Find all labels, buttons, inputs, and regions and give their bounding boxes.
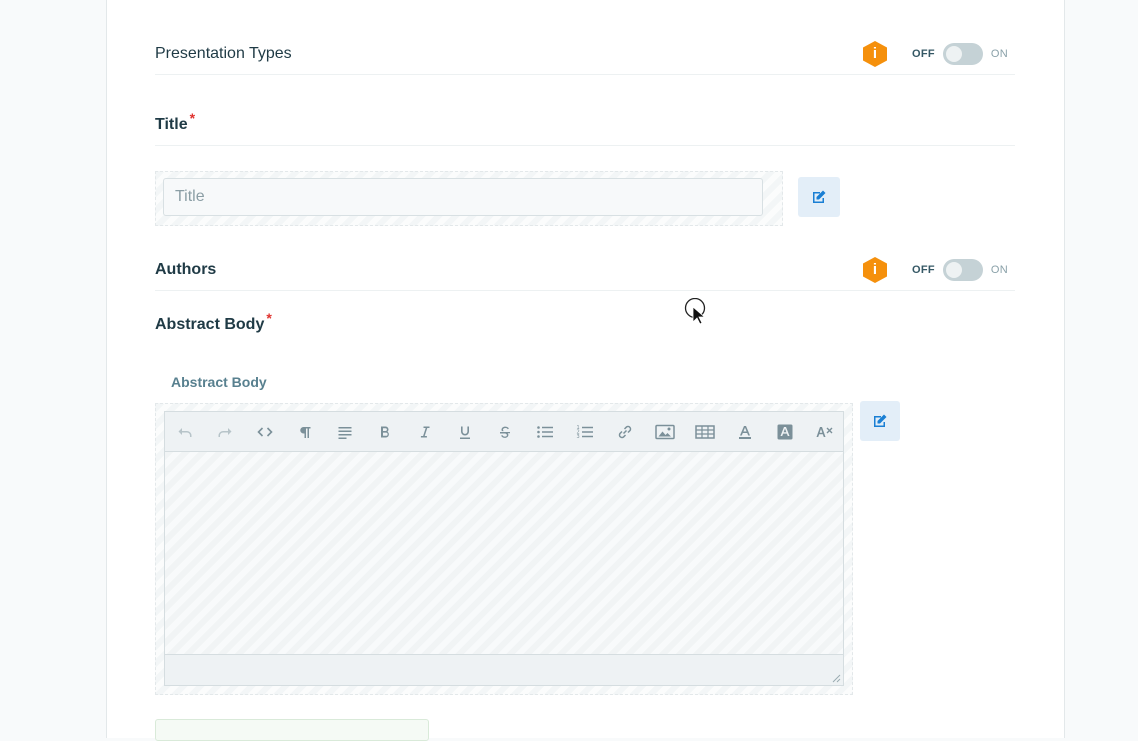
- toggle-on-label: ON: [990, 264, 1009, 276]
- required-mark: *: [189, 110, 196, 126]
- link-icon[interactable]: [605, 412, 645, 452]
- table-icon[interactable]: [685, 412, 725, 452]
- image-icon[interactable]: [645, 412, 685, 452]
- authors-toggle: OFF ON: [912, 258, 1008, 282]
- paragraph-icon[interactable]: [285, 412, 325, 452]
- bold-icon[interactable]: [365, 412, 405, 452]
- svg-text:3: 3: [577, 434, 580, 440]
- title-input[interactable]: [163, 178, 763, 216]
- edit-icon: [874, 414, 887, 427]
- switch-knob: [945, 262, 962, 278]
- toggle-on-label: ON: [990, 48, 1009, 60]
- title-edit-button[interactable]: [798, 177, 840, 217]
- abstract-body-label: Abstract Body *: [155, 310, 272, 333]
- editor-toolbar: 123: [164, 411, 844, 452]
- abstract-edit-button[interactable]: [860, 401, 900, 441]
- redo-icon[interactable]: [205, 412, 245, 452]
- bullet-list-icon[interactable]: [525, 412, 565, 452]
- title-row: Title *: [155, 105, 1015, 146]
- presentation-types-switch[interactable]: [942, 43, 983, 65]
- abstract-body-editor[interactable]: [164, 452, 844, 654]
- editor-statusbar: [164, 654, 844, 686]
- underline-icon[interactable]: [445, 412, 485, 452]
- edit-icon: [813, 190, 826, 203]
- switch-knob: [945, 46, 962, 62]
- numbered-list-icon[interactable]: 123: [565, 412, 605, 452]
- resize-handle-icon[interactable]: [831, 673, 841, 683]
- cursor-icon: [684, 298, 706, 325]
- undo-icon[interactable]: [165, 412, 205, 452]
- title-label: Title *: [155, 110, 196, 133]
- text-color-icon[interactable]: [725, 412, 765, 452]
- code-icon[interactable]: [245, 412, 285, 452]
- italic-icon[interactable]: [405, 412, 445, 452]
- next-field-box[interactable]: [155, 719, 429, 741]
- editor-label: Abstract Body: [171, 374, 267, 390]
- presentation-types-label: Presentation Types: [155, 45, 292, 62]
- presentation-types-toggle: OFF ON: [912, 42, 1008, 66]
- required-mark: *: [266, 310, 272, 326]
- strikethrough-icon[interactable]: [485, 412, 525, 452]
- highlight-icon[interactable]: [765, 412, 805, 452]
- clear-format-icon[interactable]: [805, 412, 845, 452]
- align-icon[interactable]: [325, 412, 365, 452]
- toggle-off-label: OFF: [912, 48, 935, 60]
- authors-label: Authors: [155, 261, 217, 278]
- toggle-off-label: OFF: [912, 264, 935, 276]
- authors-switch[interactable]: [942, 259, 983, 281]
